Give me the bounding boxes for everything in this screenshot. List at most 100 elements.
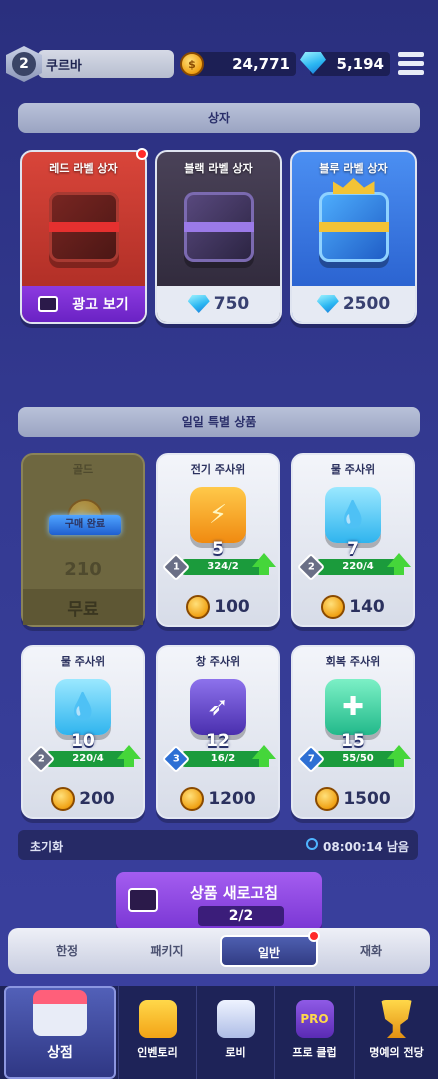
tv-icon bbox=[128, 888, 158, 912]
price-value: 140 bbox=[349, 597, 385, 617]
nav-label: 프로 클럽 bbox=[292, 1046, 337, 1059]
blue-box-price[interactable]: 2500 bbox=[292, 286, 415, 322]
reset-timer: 08:00:14 남음 bbox=[323, 840, 409, 854]
top-bar: 쿠르바 2 24,771 $ 5,194 bbox=[0, 40, 438, 88]
heal-icon: ✚ bbox=[325, 679, 381, 735]
purchased-badge: 구매 완료 bbox=[49, 515, 121, 535]
water-drop-icon: 💧 bbox=[55, 679, 111, 735]
price-value: 200 bbox=[79, 789, 115, 809]
item-name: 골드 bbox=[72, 463, 94, 476]
reset-bar: 초기화 08:00:14 남음 bbox=[18, 830, 418, 860]
refresh-products-button[interactable]: 상품 새로고침 2/2 bbox=[116, 872, 322, 930]
upgrade-arrow-icon bbox=[387, 745, 411, 767]
nav-label: 로비 bbox=[225, 1046, 246, 1059]
gold-coin-icon bbox=[321, 595, 346, 619]
upgrade-arrow-icon bbox=[117, 745, 141, 767]
price-value: 100 bbox=[214, 597, 250, 617]
tab-limited[interactable]: 한정 bbox=[18, 935, 116, 967]
item-name: 회복 주사위 bbox=[325, 655, 381, 668]
tab-package[interactable]: 패키지 bbox=[118, 935, 216, 967]
red-label-box-card[interactable]: 레드 라벨 상자 광고 보기 bbox=[20, 150, 147, 324]
refresh-count: 2/2 bbox=[198, 906, 284, 926]
new-badge bbox=[136, 148, 148, 160]
item-price[interactable]: 140 bbox=[293, 589, 413, 625]
nav-label: 상점 bbox=[47, 1045, 73, 1061]
item-price[interactable]: 1200 bbox=[158, 781, 278, 817]
nav-shop[interactable]: 상점 bbox=[4, 986, 116, 1079]
crown-icon bbox=[332, 178, 375, 194]
rank-badge[interactable]: 2 bbox=[6, 46, 42, 82]
gem-icon bbox=[187, 295, 210, 313]
tab-currency[interactable]: 재화 bbox=[322, 935, 420, 967]
water-drop-icon: 💧 bbox=[325, 487, 381, 543]
daily-item-water-dice[interactable]: 물 주사위 💧 7 2 220/4 140 bbox=[291, 453, 415, 627]
price-value: 1500 bbox=[343, 789, 391, 809]
tab-general[interactable]: 일반 bbox=[220, 935, 318, 967]
price-value: 750 bbox=[213, 294, 250, 314]
nav-label: 인벤토리 bbox=[137, 1046, 178, 1059]
daily-section-header: 일일 특별 상품 bbox=[18, 407, 420, 437]
black-box-icon bbox=[183, 192, 254, 262]
nav-pro-club[interactable]: PRO 프로 클럽 bbox=[274, 986, 354, 1079]
nav-label: 명예의 전당 bbox=[369, 1046, 424, 1059]
item-name: 전기 주사위 bbox=[190, 463, 246, 476]
gem-amount: 5,194 bbox=[336, 55, 384, 73]
upgrade-arrow-icon bbox=[252, 553, 276, 575]
progress-text: 16/2 bbox=[210, 753, 236, 764]
item-price[interactable]: 100 bbox=[158, 589, 278, 625]
box-section-header: 상자 bbox=[18, 103, 420, 133]
collection-progress: 3 16/2 bbox=[161, 744, 276, 774]
spear-icon: ➶ bbox=[190, 679, 246, 735]
item-name: 물 주사위 bbox=[60, 655, 106, 668]
box-title: 블랙 라벨 상자 bbox=[184, 162, 253, 175]
red-box-icon bbox=[48, 192, 119, 262]
item-name: 물 주사위 bbox=[330, 463, 376, 476]
trophy-icon bbox=[381, 1000, 412, 1038]
player-name-box[interactable]: 쿠르바 bbox=[38, 50, 174, 78]
progress-text: 55/50 bbox=[342, 753, 374, 764]
dice-icon bbox=[216, 1000, 255, 1038]
gold-amount: 24,771 bbox=[232, 55, 290, 73]
daily-item-water-dice[interactable]: 물 주사위 💧 10 2 220/4 200 bbox=[21, 645, 145, 819]
black-box-price[interactable]: 750 bbox=[157, 286, 280, 322]
box-title: 블루 라벨 상자 bbox=[319, 162, 388, 175]
tv-icon bbox=[38, 296, 59, 312]
blue-label-box-card[interactable]: 블루 라벨 상자 2500 bbox=[290, 150, 417, 324]
nav-lobby[interactable]: 로비 bbox=[196, 986, 274, 1079]
rank-number: 2 bbox=[12, 52, 36, 76]
inventory-icon bbox=[138, 1000, 177, 1038]
watch-ad-label: 광고 보기 bbox=[72, 297, 129, 313]
item-name: 창 주사위 bbox=[195, 655, 241, 668]
box-title: 레드 라벨 상자 bbox=[49, 162, 118, 175]
progress-text: 324/2 bbox=[207, 561, 239, 572]
gem-icon bbox=[316, 295, 339, 313]
reset-label: 초기화 bbox=[30, 840, 64, 854]
shop-tabs: 한정 패키지 일반 재화 bbox=[8, 928, 430, 974]
player-name: 쿠르바 bbox=[46, 59, 82, 74]
watch-ad-button[interactable]: 광고 보기 bbox=[22, 286, 145, 322]
daily-item-heal-dice[interactable]: 회복 주사위 ✚ 15 7 55/50 1500 bbox=[291, 645, 415, 819]
item-price[interactable]: 200 bbox=[23, 781, 143, 817]
blue-box-icon bbox=[318, 178, 389, 262]
nav-inventory[interactable]: 인벤토리 bbox=[118, 986, 196, 1079]
gold-coin-icon bbox=[51, 787, 76, 811]
upgrade-arrow-icon bbox=[387, 553, 411, 575]
nav-hall-of-fame[interactable]: 명예의 전당 bbox=[354, 986, 438, 1079]
daily-item-spear-dice[interactable]: 창 주사위 ➶ 12 3 16/2 1200 bbox=[156, 645, 280, 819]
price-value: 1200 bbox=[208, 789, 256, 809]
upgrade-arrow-icon bbox=[252, 745, 276, 767]
lightning-icon: ⚡ bbox=[190, 487, 246, 543]
item-price[interactable]: 1500 bbox=[293, 781, 413, 817]
gold-counter[interactable]: 24,771 bbox=[190, 52, 296, 76]
menu-icon[interactable] bbox=[398, 52, 424, 76]
daily-item-electric-dice[interactable]: 전기 주사위 ⚡ 5 1 324/2 100 bbox=[156, 453, 280, 627]
refresh-label: 상품 새로고침 bbox=[190, 884, 279, 902]
black-label-box-card[interactable]: 블랙 라벨 상자 750 bbox=[155, 150, 282, 324]
gold-coin-icon bbox=[180, 787, 205, 811]
daily-item-gold[interactable]: 골드 구매 완료 210 무료 bbox=[21, 453, 145, 627]
shop-icon bbox=[33, 990, 87, 1036]
free-price: 무료 bbox=[23, 589, 143, 625]
item-quantity: 210 bbox=[64, 559, 102, 580]
collection-progress: 1 324/2 bbox=[161, 552, 276, 582]
collection-progress: 7 55/50 bbox=[296, 744, 411, 774]
